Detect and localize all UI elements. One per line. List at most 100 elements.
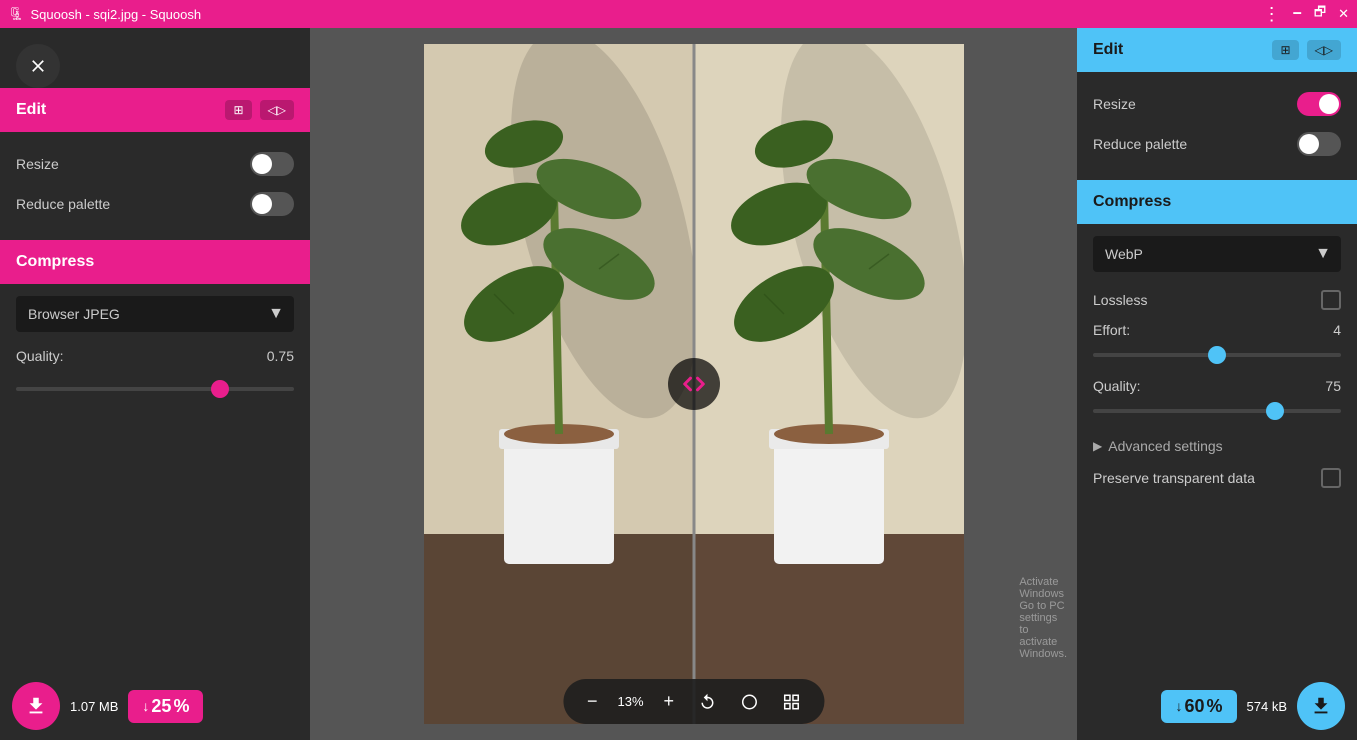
left-resize-label: Resize	[16, 156, 59, 172]
window-title: Squoosh - sqi2.jpg - Squoosh	[31, 7, 202, 22]
right-lossless-row: Lossless	[1093, 284, 1341, 316]
left-download-button[interactable]	[12, 682, 60, 730]
left-compress-header: Compress	[0, 240, 310, 284]
titlebar: 🗜 Squoosh - sqi2.jpg - Squoosh ⋮ 🗕 🗗 ✕	[0, 0, 1357, 28]
right-reduce-palette-row: Reduce palette	[1093, 124, 1341, 164]
right-effort-row: Effort: 4	[1093, 316, 1341, 344]
fullscreen-button[interactable]	[774, 689, 808, 715]
right-preserve-label: Preserve transparent data	[1093, 470, 1255, 486]
compare-icon	[680, 370, 708, 398]
right-panel: Edit ⊞ ◁▷ Resize Reduce palette Compress	[1077, 28, 1357, 740]
left-quality-label: Quality:	[16, 348, 63, 364]
left-edit-header: Edit ⊞ ◁▷	[0, 88, 310, 132]
titlebar-menu-button[interactable]: ⋮	[1263, 4, 1281, 25]
image-container	[424, 44, 964, 724]
right-edit-code-btn[interactable]: ⊞	[1272, 40, 1298, 60]
right-edit-options: Resize Reduce palette	[1077, 72, 1357, 176]
compare-button[interactable]	[668, 358, 720, 410]
right-resize-toggle[interactable]	[1297, 92, 1341, 116]
left-percent-badge: ↓ 25 %	[128, 690, 203, 723]
right-resize-label: Resize	[1093, 96, 1136, 112]
left-quality-value: 0.75	[267, 348, 294, 364]
right-file-size: 574 kB	[1247, 699, 1287, 714]
right-download-button[interactable]	[1297, 682, 1345, 730]
right-percent-value: 60	[1184, 696, 1204, 717]
right-effort-slider[interactable]	[1093, 353, 1341, 357]
right-effort-slider-wrapper	[1093, 344, 1341, 362]
left-edit-code-btn[interactable]: ⊞	[225, 100, 251, 120]
left-percent-value: 25	[151, 696, 171, 717]
left-format-select[interactable]: Browser JPEG WebP AVIF PNG	[16, 296, 294, 332]
titlebar-close[interactable]: ✕	[1338, 6, 1349, 22]
main-layout: Edit ⊞ ◁▷ Resize Reduce palette	[0, 28, 1357, 740]
left-edit-options: Resize Reduce palette	[0, 132, 310, 236]
zoom-toolbar: − 13% +	[563, 679, 824, 724]
right-percent-badge: ↓ 60 %	[1161, 690, 1236, 723]
left-resize-row: Resize	[16, 144, 294, 184]
left-quality-slider[interactable]	[16, 387, 294, 391]
close-button[interactable]	[16, 44, 60, 88]
right-advanced-row[interactable]: ▶ Advanced settings	[1093, 430, 1341, 462]
right-percent-symbol: %	[1207, 696, 1223, 717]
right-preserve-checkbox[interactable]	[1321, 468, 1341, 488]
right-quality-label: Quality:	[1093, 378, 1140, 394]
left-format-select-wrapper: Browser JPEG WebP AVIF PNG ▼	[16, 296, 294, 332]
right-advanced-label: Advanced settings	[1108, 438, 1222, 454]
left-edit-section: Edit ⊞ ◁▷ Resize Reduce palette	[0, 88, 310, 236]
left-compress-section: Compress Browser JPEG WebP AVIF PNG ▼ Qu…	[0, 240, 310, 420]
left-percent-down-arrow: ↓	[142, 698, 149, 714]
left-edit-title: Edit	[16, 101, 46, 119]
right-bottom-bar: ↓ 60 % 574 kB	[1077, 672, 1357, 740]
left-compress-title: Compress	[16, 253, 94, 271]
right-effort-label: Effort:	[1093, 322, 1130, 338]
right-quality-value: 75	[1325, 378, 1341, 394]
right-quality-slider-wrapper	[1093, 400, 1341, 418]
right-lossless-label: Lossless	[1093, 292, 1147, 308]
right-edit-actions: ⊞ ◁▷	[1272, 40, 1341, 60]
right-quality-row: Quality: 75	[1093, 372, 1341, 400]
titlebar-minimize[interactable]: 🗕	[1293, 3, 1302, 25]
zoom-in-button[interactable]: +	[656, 687, 683, 716]
image-left-half	[424, 44, 694, 724]
right-advanced-arrow-icon: ▶	[1093, 439, 1102, 453]
right-compress-header: Compress	[1077, 180, 1357, 224]
app-icon: 🗜	[8, 6, 25, 22]
fullscreen-icon	[782, 693, 800, 711]
right-compress-title: Compress	[1093, 193, 1171, 211]
left-resize-toggle[interactable]	[250, 152, 294, 176]
left-quality-row: Quality: 0.75	[16, 344, 294, 372]
right-resize-row: Resize	[1093, 84, 1341, 124]
rotate-button[interactable]	[690, 689, 724, 715]
right-quality-slider[interactable]	[1093, 409, 1341, 413]
left-edit-actions: ⊞ ◁▷	[225, 100, 294, 120]
fit-icon	[740, 693, 758, 711]
right-effort-value: 4	[1333, 322, 1341, 338]
right-format-select[interactable]: WebP Browser JPEG AVIF PNG	[1093, 236, 1341, 272]
right-reduce-palette-toggle[interactable]	[1297, 132, 1341, 156]
zoom-out-button[interactable]: −	[579, 687, 606, 716]
right-percent-down-arrow: ↓	[1175, 698, 1182, 714]
plant-svg-right	[694, 44, 964, 724]
right-reduce-palette-label: Reduce palette	[1093, 136, 1187, 152]
left-edit-compare-btn[interactable]: ◁▷	[260, 100, 294, 120]
left-percent-symbol: %	[173, 696, 189, 717]
left-quality-slider-wrapper	[16, 378, 294, 396]
zoom-level: 13%	[613, 694, 647, 709]
left-reduce-palette-toggle[interactable]	[250, 192, 294, 216]
titlebar-title: 🗜 Squoosh - sqi2.jpg - Squoosh	[8, 6, 201, 22]
left-reduce-palette-row: Reduce palette	[16, 184, 294, 224]
left-reduce-palette-label: Reduce palette	[16, 196, 110, 212]
rotate-icon	[698, 693, 716, 711]
left-panel: Edit ⊞ ◁▷ Resize Reduce palette	[0, 28, 310, 740]
titlebar-maximize[interactable]: 🗗	[1314, 3, 1326, 25]
fit-button[interactable]	[732, 689, 766, 715]
canvas-area[interactable]: − 13% +	[310, 28, 1077, 740]
left-bottom-bar: 1.07 MB ↓ 25 %	[0, 672, 310, 740]
right-edit-header: Edit ⊞ ◁▷	[1077, 28, 1357, 72]
zoom-value: 13	[617, 694, 631, 709]
right-preserve-row: Preserve transparent data	[1093, 462, 1341, 494]
right-edit-compare-btn[interactable]: ◁▷	[1307, 40, 1341, 60]
left-compress-options: Browser JPEG WebP AVIF PNG ▼ Quality: 0.…	[0, 284, 310, 420]
right-lossless-checkbox[interactable]	[1321, 290, 1341, 310]
plant-svg-left	[424, 44, 694, 724]
